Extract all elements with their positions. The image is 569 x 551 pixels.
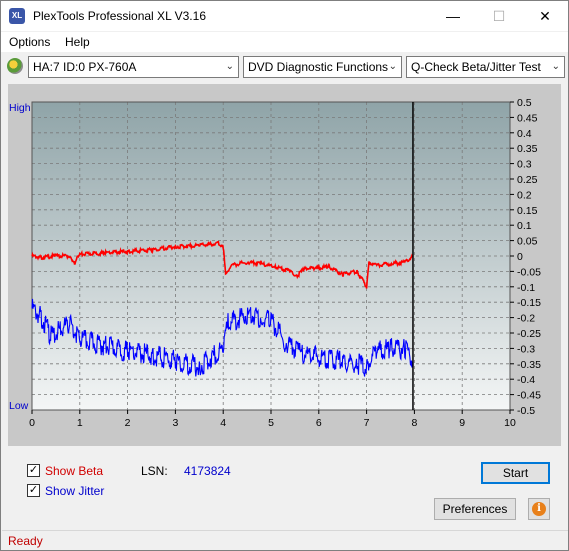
y-tick-label: -0.2 <box>517 313 535 325</box>
preferences-button[interactable]: Preferences <box>434 498 516 520</box>
show-beta-checkbox[interactable]: ✓ <box>27 464 40 477</box>
menu-help[interactable]: Help <box>65 35 90 49</box>
disc-drive-icon <box>7 58 23 74</box>
lsn-label: LSN: <box>141 464 168 478</box>
x-tick-label: 9 <box>459 417 465 429</box>
x-tick-label: 2 <box>125 417 131 429</box>
title-bar[interactable]: XL PlexTools Professional XL V3.16 — ☐ ✕ <box>1 1 568 31</box>
chevron-down-icon: ⌄ <box>388 61 397 72</box>
function-select[interactable]: DVD Diagnostic Functions ⌄ <box>243 56 402 78</box>
show-jitter-checkbox[interactable]: ✓ <box>27 484 40 497</box>
beta-jitter-chart: 0.5 0.45 0.4 0.35 0.3 0.25 0.2 0.15 0.1 0.05 0 -0.0… <box>9 97 541 429</box>
chart-panel: 0.5 0.45 0.4 0.35 0.3 0.25 0.2 0.15 0.1 0.05 0 -0.0… <box>8 84 561 446</box>
x-tick-label: 10 <box>504 417 516 429</box>
test-select-value: Q-Check Beta/Jitter Test <box>411 60 541 74</box>
info-button[interactable]: i <box>528 498 550 520</box>
low-label: Low <box>9 400 29 412</box>
x-tick-label: 7 <box>364 417 370 429</box>
high-label: High <box>9 102 31 114</box>
status-bar: Ready <box>2 530 568 550</box>
y-tick-label: 0.35 <box>517 143 538 155</box>
y-tick-label: -0.4 <box>517 374 535 386</box>
chevron-down-icon: ⌄ <box>551 61 560 72</box>
x-tick-label: 1 <box>77 417 83 429</box>
y-tick-label: 0.3 <box>517 159 532 171</box>
y-tick-label: -0.25 <box>517 328 541 340</box>
y-tick-label: 0.2 <box>517 189 532 201</box>
lsn-value: 4173824 <box>184 464 231 478</box>
close-button[interactable]: ✕ <box>522 1 568 31</box>
y-tick-label: 0.25 <box>517 174 538 186</box>
y-tick-label: 0.4 <box>517 128 532 140</box>
y-tick-label: -0.35 <box>517 359 541 371</box>
function-select-value: DVD Diagnostic Functions <box>248 60 389 74</box>
window-title: PlexTools Professional XL V3.16 <box>33 9 206 23</box>
show-beta-label[interactable]: Show Beta <box>45 464 103 478</box>
test-select[interactable]: Q-Check Beta/Jitter Test ⌄ <box>406 56 565 78</box>
x-axis-ticks: 0 1 2 3 4 5 6 7 8 9 10 <box>29 410 516 429</box>
start-button[interactable]: Start <box>481 462 550 484</box>
x-tick-label: 6 <box>316 417 322 429</box>
app-window: XL PlexTools Professional XL V3.16 — ☐ ✕… <box>0 0 569 551</box>
x-tick-label: 5 <box>268 417 274 429</box>
drive-select[interactable]: HA:7 ID:0 PX-760A ⌄ <box>28 56 239 78</box>
menu-bar: Options Help <box>1 32 568 52</box>
status-text: Ready <box>8 534 43 548</box>
y-tick-label: 0.45 <box>517 112 538 124</box>
y-tick-label: 0.15 <box>517 205 538 217</box>
y-tick-label: 0.5 <box>517 97 532 109</box>
y-tick-label: 0.1 <box>517 220 532 232</box>
y-tick-label: -0.15 <box>517 297 541 309</box>
y-tick-label: -0.1 <box>517 282 535 294</box>
minimize-button[interactable]: — <box>430 1 476 31</box>
y-tick-label: -0.05 <box>517 266 541 278</box>
show-jitter-label[interactable]: Show Jitter <box>45 484 104 498</box>
y-tick-label: -0.5 <box>517 405 535 417</box>
y-tick-label: 0.05 <box>517 236 538 248</box>
x-tick-label: 8 <box>411 417 417 429</box>
maximize-button[interactable]: ☐ <box>476 1 522 31</box>
plextools-logo-icon: XL <box>9 8 25 24</box>
chevron-down-icon: ⌄ <box>225 61 234 72</box>
y-tick-label: -0.3 <box>517 343 535 355</box>
x-tick-label: 3 <box>172 417 178 429</box>
drive-select-value: HA:7 ID:0 PX-760A <box>33 60 137 74</box>
info-icon: i <box>532 502 546 516</box>
y-axis-ticks: 0.5 0.45 0.4 0.35 0.3 0.25 0.2 0.15 0.1 0.05 0 -0.0… <box>510 97 541 417</box>
x-tick-label: 0 <box>29 417 35 429</box>
menu-options[interactable]: Options <box>9 35 50 49</box>
y-tick-label: -0.45 <box>517 390 541 402</box>
x-tick-label: 4 <box>220 417 226 429</box>
plot-area <box>32 102 510 410</box>
y-tick-label: 0 <box>517 251 523 263</box>
